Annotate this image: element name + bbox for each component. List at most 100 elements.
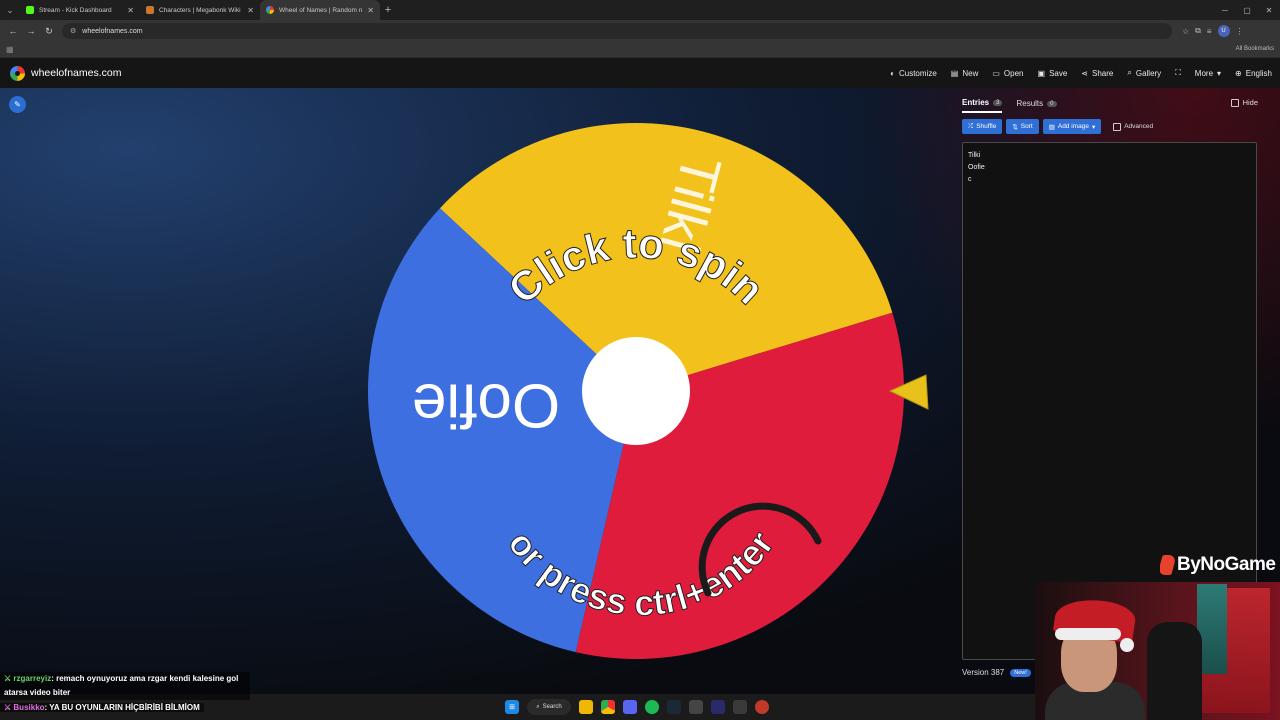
chat-message: ⚔ Busikko: YA BU OYUNLARIN HİÇBİRİBİ BİL…	[0, 703, 204, 712]
checkbox-box[interactable]	[1230, 98, 1239, 107]
menu-label: Save	[1049, 68, 1068, 78]
site-info-icon[interactable]: ⚙	[70, 27, 76, 35]
premiere-icon[interactable]	[711, 700, 725, 714]
chevron-down-icon: ▾	[1091, 123, 1096, 131]
count-badge: 0	[1047, 100, 1057, 107]
add-image-button[interactable]: ▨ Add image ▾	[1042, 119, 1102, 134]
all-bookmarks-link[interactable]: All Bookmarks	[1236, 46, 1274, 52]
kick-favicon-icon	[26, 6, 34, 14]
close-icon[interactable]: ✕	[367, 6, 374, 15]
back-icon[interactable]: ←	[4, 26, 22, 36]
bookmark-star-icon[interactable]: ☆	[1182, 27, 1189, 36]
minimize-icon[interactable]: ─	[1214, 0, 1236, 20]
version-text[interactable]: Version 387	[962, 668, 1004, 677]
checkbox-box[interactable]	[1113, 122, 1122, 131]
bookmarks-bar: ▦ All Bookmarks	[0, 42, 1280, 58]
forward-icon[interactable]: →	[22, 26, 40, 36]
search-icon: ⌕	[1127, 68, 1132, 77]
pencil-icon: ✎	[14, 100, 21, 109]
button-label: Add image	[1057, 123, 1089, 130]
apps-icon[interactable]: ▦	[6, 45, 14, 54]
wheel-logo-icon	[10, 65, 25, 81]
wheel-slice-label: Oofie	[412, 371, 560, 440]
close-icon[interactable]: ✕	[247, 6, 254, 15]
folder-icon: ▭	[992, 68, 1000, 78]
extensions-icon[interactable]: ⧉	[1195, 26, 1201, 36]
button-label: Shuffle	[976, 123, 997, 130]
gaming-chair	[1147, 622, 1202, 720]
chrome-icon[interactable]	[601, 700, 615, 714]
profile-avatar[interactable]: U	[1217, 25, 1230, 37]
menu-label: Share	[1092, 68, 1114, 78]
spin-wheel[interactable]: Tilki Oofie Click to spin or press ctrl+…	[368, 123, 904, 659]
browser-tab-kick[interactable]: Stream - Kick Dashboard ✕	[20, 0, 140, 20]
settings-icon[interactable]	[733, 700, 747, 714]
file-explorer-icon[interactable]	[579, 700, 593, 714]
tab-search-icon[interactable]: ⌄	[0, 0, 20, 20]
gallery-button[interactable]: ⌕ Gallery	[1127, 68, 1161, 78]
stream-chat-overlay: ⚔ rzgarreyiz: remach oynuyoruz ama rzgar…	[0, 672, 250, 700]
browser-menu-icon[interactable]: ⋮	[1236, 27, 1244, 36]
edit-pencil-button[interactable]: ✎	[9, 96, 26, 113]
close-icon[interactable]: ✕	[127, 6, 134, 15]
santa-hat-trim	[1055, 628, 1121, 640]
new-button[interactable]: ▤ New	[951, 69, 979, 78]
version-info: Version 387 New!	[962, 668, 1031, 677]
header-menu: ◐ Customize ▤ New ▭ Open ▣ Save ⋖ Share ⌕ Gall…	[890, 58, 1272, 88]
entries-toolbar: ⤮ Shuffle ⇅ Sort ▨ Add image ▾ Advanced	[962, 119, 1153, 134]
media-icon[interactable]: ≡	[1207, 27, 1212, 36]
santa-hat-pompom	[1120, 638, 1134, 652]
browser-tab-strip: ⌄ Stream - Kick Dashboard ✕ Characters |…	[0, 0, 1280, 20]
wheel-favicon-icon	[266, 6, 274, 14]
more-button[interactable]: More ▾	[1195, 69, 1221, 78]
new-tab-icon[interactable]: +	[380, 4, 396, 16]
language-button[interactable]: ⊕ English	[1235, 69, 1272, 78]
share-button[interactable]: ⋖ Share	[1081, 69, 1113, 78]
chat-username: rzgarreyiz	[13, 674, 52, 683]
close-window-icon[interactable]: ✕	[1258, 0, 1280, 20]
advanced-checkbox[interactable]: Advanced	[1113, 122, 1153, 131]
wheel-center[interactable]	[582, 337, 690, 445]
entry-line: Oofie	[968, 164, 985, 171]
customize-button[interactable]: ◐ Customize	[890, 69, 937, 78]
wiki-favicon-icon	[146, 6, 154, 14]
shuffle-button[interactable]: ⤮ Shuffle	[962, 119, 1003, 134]
maximize-icon[interactable]: ▢	[1236, 0, 1258, 20]
menu-label: Open	[1003, 68, 1024, 78]
shuffle-icon: ⤮	[968, 122, 974, 130]
search-icon: ⌕	[536, 703, 540, 710]
wheel-pointer-icon	[888, 374, 929, 410]
hide-checkbox[interactable]: Hide	[1230, 98, 1258, 107]
chevron-down-icon: ▾	[1217, 68, 1222, 78]
menu-label: More	[1194, 68, 1214, 78]
app-icon[interactable]	[689, 700, 703, 714]
site-logo[interactable]: wheelofnames.com	[10, 65, 121, 81]
menu-label: New	[962, 68, 979, 78]
taskbar-search[interactable]: ⌕ Search	[527, 699, 571, 715]
sort-button[interactable]: ⇅ Sort	[1006, 119, 1039, 134]
new-badge[interactable]: New!	[1010, 668, 1031, 677]
discord-icon[interactable]	[623, 700, 637, 714]
save-button[interactable]: ▣ Save	[1038, 69, 1068, 78]
url-input[interactable]: ⚙ wheelofnames.com	[62, 23, 1172, 39]
open-button[interactable]: ▭ Open	[992, 69, 1023, 78]
spotify-icon[interactable]	[645, 700, 659, 714]
fullscreen-button[interactable]: ⛶	[1175, 68, 1181, 78]
fullscreen-icon: ⛶	[1175, 68, 1181, 77]
browser-tab-megabonk[interactable]: Characters | Megabonk Wiki | F ✕	[140, 0, 260, 20]
hide-label: Hide	[1242, 98, 1258, 107]
windows-start-icon[interactable]: ⊞	[505, 700, 519, 714]
browser-tab-wheelofnames[interactable]: Wheel of Names | Random nam ✕	[260, 0, 380, 20]
steam-icon[interactable]	[667, 700, 681, 714]
chat-username: Busikko	[13, 703, 45, 712]
globe-icon: ⊕	[1235, 68, 1242, 78]
tab-results[interactable]: Results 0	[1016, 99, 1057, 112]
streamer-brand-logo: ByNoGame	[1160, 550, 1280, 580]
tab-entries[interactable]: Entries 3	[962, 98, 1003, 113]
obs-icon[interactable]	[755, 700, 769, 714]
brand-mark-icon	[1160, 555, 1177, 575]
chat-icon: ⚔	[4, 674, 12, 683]
reload-icon[interactable]: ↻	[40, 26, 58, 37]
wheel-svg[interactable]: Tilki Oofie Click to spin or press ctrl+…	[368, 123, 904, 659]
search-label: Search	[542, 704, 562, 710]
